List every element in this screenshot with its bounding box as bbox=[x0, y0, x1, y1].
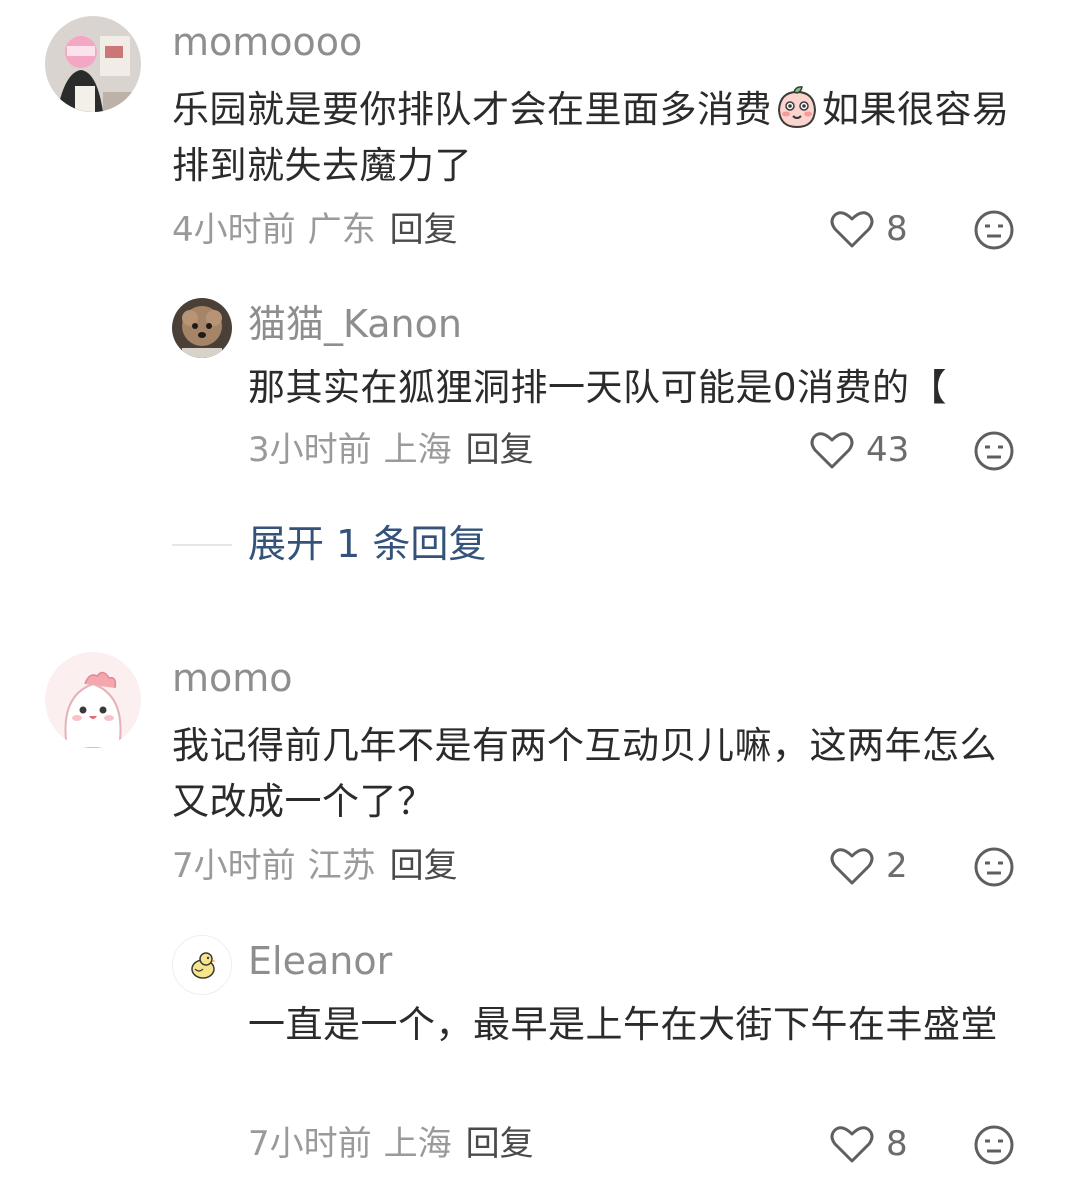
heart-icon bbox=[830, 211, 874, 248]
timestamp: 7小时前 bbox=[172, 846, 296, 886]
expand-replies-button[interactable]: 展开 1 条回复 bbox=[248, 522, 486, 566]
avatar[interactable] bbox=[45, 16, 141, 112]
comment-meta: 7小时前 江苏 回复 bbox=[172, 846, 458, 886]
avatar[interactable] bbox=[172, 298, 232, 358]
comment-text: 乐园就是要你排队才会在里面多消费 如果很容易排到就失去魔力了 bbox=[172, 82, 1032, 194]
heart-icon bbox=[810, 432, 854, 469]
location: 江苏 bbox=[307, 846, 376, 886]
location: 上海 bbox=[383, 430, 452, 470]
meh-face-icon[interactable] bbox=[973, 430, 1015, 472]
meh-face-icon[interactable] bbox=[973, 209, 1015, 251]
meh-face-icon[interactable] bbox=[973, 846, 1015, 888]
reply-text: 那其实在狐狸洞排一天队可能是0消费的【 bbox=[248, 366, 948, 409]
reply-button[interactable]: 回复 bbox=[390, 210, 458, 250]
avatar[interactable] bbox=[45, 652, 141, 748]
like-count: 2 bbox=[886, 846, 908, 886]
reply-text: 一直是一个，最早是上午在大街下午在丰盛堂 bbox=[248, 1003, 998, 1046]
divider bbox=[172, 544, 232, 546]
like-button[interactable]: 8 bbox=[830, 1122, 908, 1166]
like-count: 8 bbox=[886, 209, 908, 249]
comment-text: 我记得前几年不是有两个互动贝儿嘛，这两年怎么又改成一个了？ bbox=[172, 724, 997, 823]
heart-icon bbox=[830, 1126, 874, 1163]
timestamp: 4小时前 bbox=[172, 210, 296, 250]
location: 上海 bbox=[383, 1124, 452, 1164]
like-button[interactable]: 43 bbox=[810, 428, 909, 472]
reply-button[interactable]: 回复 bbox=[390, 846, 458, 886]
reply-meta: 3小时前 上海 回复 bbox=[248, 430, 534, 470]
location: 广东 bbox=[307, 210, 376, 250]
username[interactable]: momo bbox=[172, 656, 293, 700]
reply-button[interactable]: 回复 bbox=[466, 1124, 534, 1164]
heart-icon bbox=[830, 848, 874, 885]
meh-face-icon[interactable] bbox=[973, 1124, 1015, 1166]
comment-text-part: 乐园就是要你排队才会在里面多消费 bbox=[172, 88, 772, 131]
peach-emoji-icon bbox=[777, 86, 817, 129]
like-count: 8 bbox=[886, 1124, 908, 1164]
timestamp: 3小时前 bbox=[248, 430, 372, 470]
username[interactable]: Eleanor bbox=[248, 939, 392, 983]
reply-button[interactable]: 回复 bbox=[466, 430, 534, 470]
like-button[interactable]: 2 bbox=[830, 844, 908, 888]
reply-meta: 7小时前 上海 回复 bbox=[248, 1124, 534, 1164]
timestamp: 7小时前 bbox=[248, 1124, 372, 1164]
username[interactable]: 猫猫_Kanon bbox=[248, 302, 462, 346]
like-button[interactable]: 8 bbox=[830, 207, 908, 251]
like-count: 43 bbox=[866, 430, 910, 470]
comment-meta: 4小时前 广东 回复 bbox=[172, 210, 458, 250]
avatar[interactable] bbox=[172, 935, 232, 995]
username[interactable]: momoooo bbox=[172, 20, 362, 64]
